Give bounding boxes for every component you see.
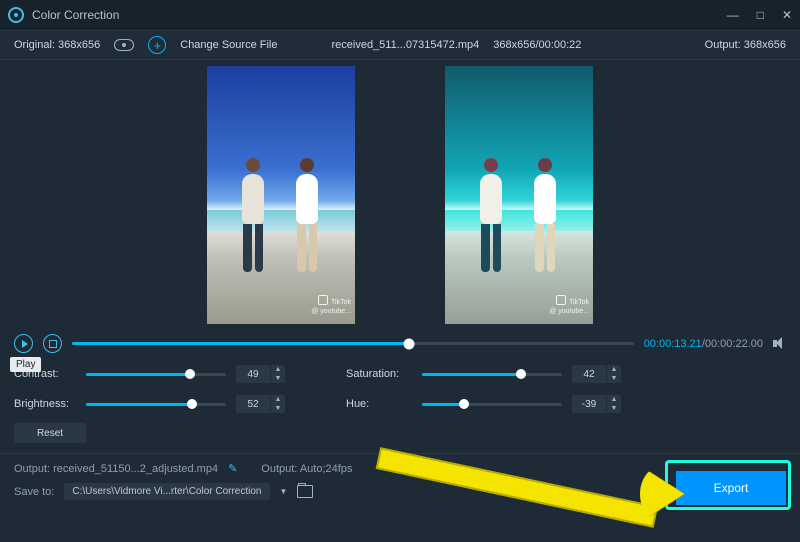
save-to-label: Save to: bbox=[14, 486, 54, 498]
watermark: TikTok@ youtube... bbox=[311, 295, 351, 316]
save-path[interactable]: C:\Users\Vidmore Vi...rter\Color Correct… bbox=[64, 483, 269, 500]
app-icon bbox=[8, 7, 24, 23]
preview-original: TikTok@ youtube... bbox=[207, 66, 355, 324]
chevron-up-icon[interactable]: ▲ bbox=[607, 395, 621, 404]
volume-icon[interactable] bbox=[773, 338, 786, 349]
source-dim-time: 368x656/00:00:22 bbox=[493, 39, 581, 51]
export-button[interactable]: Export bbox=[676, 471, 786, 505]
chevron-down-icon[interactable]: ▼ bbox=[271, 374, 285, 383]
close-button[interactable]: ✕ bbox=[782, 8, 792, 22]
change-source-button[interactable]: Change Source File bbox=[180, 39, 277, 51]
contrast-value[interactable]: 49▲▼ bbox=[236, 365, 286, 383]
time-display: 00:00:13.21/00:00:22.00 bbox=[644, 338, 763, 350]
play-icon bbox=[22, 340, 28, 348]
hue-slider[interactable] bbox=[422, 403, 562, 406]
window-controls: — □ ✕ bbox=[727, 8, 792, 22]
saturation-label: Saturation: bbox=[346, 368, 412, 380]
adjustment-sliders: Contrast: 49▲▼ Saturation: 42▲▼ Brightne… bbox=[0, 355, 800, 417]
chevron-down-icon[interactable]: ▼ bbox=[271, 404, 285, 413]
saturation-slider[interactable] bbox=[422, 373, 562, 376]
original-label: Original: 368x656 bbox=[14, 39, 100, 51]
title-bar: Color Correction — □ ✕ bbox=[0, 0, 800, 30]
chevron-up-icon[interactable]: ▲ bbox=[271, 365, 285, 374]
chevron-up-icon[interactable]: ▲ bbox=[271, 395, 285, 404]
maximize-button[interactable]: □ bbox=[757, 8, 764, 22]
hue-label: Hue: bbox=[346, 398, 412, 410]
chevron-up-icon[interactable]: ▲ bbox=[607, 365, 621, 374]
reset-button[interactable]: Reset bbox=[14, 423, 86, 443]
stop-icon bbox=[49, 340, 57, 348]
watermark: TikTok@ youtube... bbox=[549, 295, 589, 316]
output-format-label: Output: Auto;24fps bbox=[261, 463, 352, 475]
brightness-value[interactable]: 52▲▼ bbox=[236, 395, 286, 413]
chevron-down-icon[interactable]: ▼ bbox=[280, 487, 288, 496]
saturation-value[interactable]: 42▲▼ bbox=[572, 365, 622, 383]
window-title: Color Correction bbox=[32, 8, 119, 22]
hue-value[interactable]: -39▲▼ bbox=[572, 395, 622, 413]
plus-icon[interactable]: + bbox=[148, 36, 166, 54]
output-dim-label: Output: 368x656 bbox=[705, 39, 786, 51]
toolbar: Original: 368x656 + Change Source File r… bbox=[0, 30, 800, 60]
progress-fill bbox=[72, 342, 409, 345]
chevron-down-icon[interactable]: ▼ bbox=[607, 404, 621, 413]
progress-thumb[interactable] bbox=[404, 338, 415, 349]
brightness-label: Brightness: bbox=[14, 398, 76, 410]
pencil-icon[interactable]: ✎ bbox=[228, 462, 237, 475]
preview-row: TikTok@ youtube... TikTok@ youtube... bbox=[0, 60, 800, 328]
output-file-label: Output: received_51150...2_adjusted.mp4 bbox=[14, 463, 218, 475]
preview-adjusted: TikTok@ youtube... bbox=[445, 66, 593, 324]
eye-icon[interactable] bbox=[114, 39, 134, 51]
minimize-button[interactable]: — bbox=[727, 8, 739, 22]
chevron-down-icon[interactable]: ▼ bbox=[607, 374, 621, 383]
playbar: 00:00:13.21/00:00:22.00 bbox=[0, 328, 800, 355]
stop-button[interactable] bbox=[43, 334, 62, 353]
brightness-slider[interactable] bbox=[86, 403, 226, 406]
folder-icon[interactable] bbox=[297, 485, 313, 498]
play-tooltip: Play bbox=[10, 357, 41, 372]
play-button[interactable] bbox=[14, 334, 33, 353]
progress-slider[interactable] bbox=[72, 342, 634, 345]
source-filename: received_511...07315472.mp4 bbox=[331, 39, 479, 51]
gear-icon[interactable] bbox=[422, 462, 435, 475]
contrast-slider[interactable] bbox=[86, 373, 226, 376]
